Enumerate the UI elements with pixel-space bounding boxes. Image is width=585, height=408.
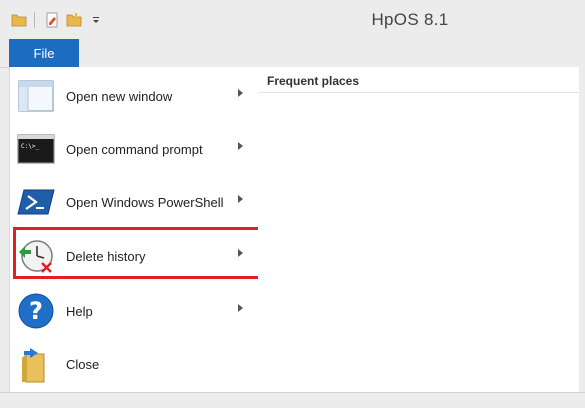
bottom-strip — [0, 392, 585, 408]
window-icon — [16, 76, 56, 116]
svg-text:?: ? — [29, 297, 43, 325]
menu-item-label: Close — [66, 356, 100, 372]
menu-item-open-command-prompt[interactable]: C:\>_ Open command prompt — [10, 123, 258, 175]
menu-item-label: Help — [66, 303, 93, 319]
submenu-arrow-icon — [238, 195, 243, 203]
folder-icon[interactable] — [8, 9, 30, 31]
menu-item-open-new-window[interactable]: Open new window — [10, 70, 258, 122]
submenu-arrow-icon — [238, 142, 243, 150]
quick-access-toolbar — [8, 9, 107, 31]
file-tab[interactable]: File — [9, 39, 79, 67]
window-title: HpOS 8.1 — [371, 10, 449, 29]
window-right-edge — [579, 0, 585, 407]
file-menu: Open new window C:\>_ Open command promp… — [9, 67, 262, 392]
frequent-places-header: Frequent places — [258, 67, 585, 93]
powershell-icon — [16, 182, 56, 222]
menu-item-help[interactable]: ? Help — [10, 285, 258, 337]
customize-dropdown-icon[interactable] — [85, 9, 107, 31]
submenu-arrow-icon — [238, 304, 243, 312]
properties-icon[interactable] — [41, 9, 63, 31]
menu-item-label: Open new window — [66, 88, 173, 104]
help-icon: ? — [16, 291, 56, 331]
svg-text:C:\>_: C:\>_ — [21, 143, 39, 150]
toolbar-separator — [34, 12, 35, 28]
frequent-places-title: Frequent places — [267, 74, 360, 88]
menu-item-label: Open command prompt — [66, 141, 203, 157]
title-bar: HpOS 8.1 — [0, 0, 585, 39]
menu-item-open-windows-powershell[interactable]: Open Windows PowerShell — [10, 176, 258, 228]
frequent-places-panel: Frequent places — [258, 67, 585, 392]
new-folder-icon[interactable] — [63, 9, 85, 31]
ribbon-tab-strip: File — [0, 39, 585, 68]
command-prompt-icon: C:\>_ — [16, 129, 56, 169]
menu-item-label: Open Windows PowerShell — [66, 194, 224, 210]
close-folder-icon — [16, 344, 56, 384]
submenu-arrow-icon — [238, 89, 243, 97]
delete-history-highlight-box — [13, 227, 262, 279]
menu-item-close[interactable]: Close — [10, 338, 258, 390]
